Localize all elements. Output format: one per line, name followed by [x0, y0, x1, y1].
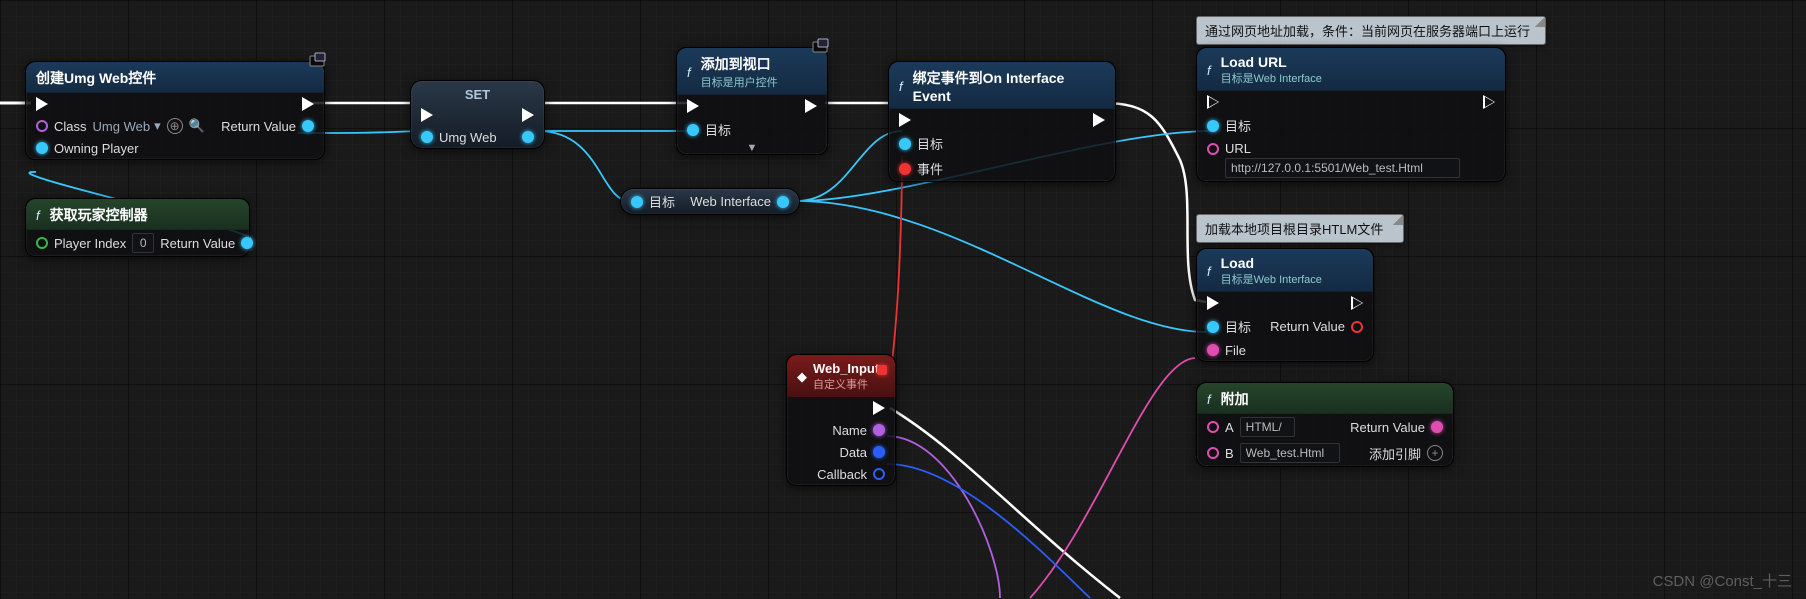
node-web-input-event[interactable]: ◆Web_Input自定义事件 Name Data Callback [786, 354, 896, 486]
event-icon: ◆ [797, 369, 807, 385]
target-in-pin[interactable] [631, 196, 643, 208]
file-pin[interactable] [1207, 344, 1219, 356]
exec-out-pin[interactable] [805, 99, 817, 113]
url-pin[interactable] [1207, 143, 1219, 155]
watermark: CSDN @Const_十三 [1653, 570, 1792, 591]
exec-out-pin[interactable] [522, 108, 534, 122]
exec-out-pin[interactable] [1351, 296, 1363, 310]
set-title: SET [411, 81, 544, 104]
expand-icon[interactable]: ▼ [677, 142, 827, 154]
url-input[interactable] [1225, 158, 1460, 178]
node-create-widget[interactable]: 创建Umg Web控件 Class Umg Web▾ ⊕ 🔍 Return Va… [25, 61, 325, 160]
function-icon: f [899, 79, 903, 94]
delegate-pin[interactable] [877, 365, 887, 375]
comment-loadurl[interactable]: 通过网页地址加载，条件：当前网页在服务器端口上运行 [1196, 16, 1546, 45]
exec-out-pin[interactable] [873, 401, 885, 415]
exec-out-pin[interactable] [1483, 95, 1495, 109]
player-index-pin[interactable] [36, 237, 48, 249]
function-icon: f [1207, 392, 1211, 407]
exec-in-pin[interactable] [1207, 296, 1219, 310]
class-picker-icon[interactable]: ⊕ [167, 118, 183, 134]
breakpoint-icon[interactable] [811, 38, 833, 56]
node-set[interactable]: SET Umg Web [410, 80, 545, 149]
return-pin[interactable] [1431, 421, 1443, 433]
node-web-interface[interactable]: 目标 Web Interface [620, 188, 800, 215]
player-index-input[interactable] [132, 233, 154, 253]
event-pin[interactable] [899, 163, 911, 175]
b-input[interactable] [1240, 443, 1340, 463]
target-pin[interactable] [1207, 120, 1219, 132]
search-icon[interactable]: 🔍 [189, 118, 205, 134]
return-pin[interactable] [241, 237, 253, 249]
exec-out-pin[interactable] [302, 97, 314, 111]
callback-pin[interactable] [873, 468, 885, 480]
exec-in-pin[interactable] [687, 99, 699, 113]
function-icon: f [687, 65, 691, 80]
node-load[interactable]: fLoad目标是Web Interface 目标 Return Value Fi… [1196, 248, 1374, 362]
exec-in-pin[interactable] [36, 97, 48, 111]
exec-in-pin[interactable] [899, 113, 911, 127]
class-dropdown[interactable]: Umg Web▾ [93, 118, 161, 134]
class-pin[interactable] [36, 120, 48, 132]
exec-out-pin[interactable] [1093, 113, 1105, 127]
comment-load[interactable]: 加载本地项目根目录HTLM文件 [1196, 214, 1404, 243]
target-pin[interactable] [899, 138, 911, 150]
function-icon: f [1207, 264, 1211, 279]
function-icon: f [36, 208, 40, 223]
function-icon: f [1207, 63, 1211, 78]
node-get-player-controller[interactable]: f获取玩家控制器 Player Index Return Value [25, 198, 250, 257]
node-add-to-viewport[interactable]: f添加到视口目标是用户控件 目标 ▼ [676, 47, 828, 155]
return-pin[interactable] [302, 120, 314, 132]
umgweb-in-pin[interactable] [421, 131, 433, 143]
node-bind-event[interactable]: f绑定事件到On Interface Event 目标 事件 [888, 61, 1116, 182]
node-append[interactable]: f附加 A Return Value B 添加引脚+ [1196, 382, 1454, 467]
target-pin[interactable] [1207, 321, 1219, 333]
data-pin[interactable] [873, 446, 885, 458]
node-load-url[interactable]: fLoad URL目标是Web Interface 目标 URL [1196, 47, 1506, 182]
breakpoint-icon[interactable] [308, 52, 330, 70]
node-title: 创建Umg Web控件 [36, 68, 156, 88]
umgweb-out-pin[interactable] [522, 131, 534, 143]
exec-in-pin[interactable] [421, 108, 433, 122]
add-pin-button[interactable]: + [1427, 445, 1443, 461]
iface-out-pin[interactable] [777, 196, 789, 208]
b-pin[interactable] [1207, 447, 1219, 459]
target-pin[interactable] [687, 124, 699, 136]
name-pin[interactable] [873, 424, 885, 436]
return-pin[interactable] [1351, 321, 1363, 333]
owning-player-pin[interactable] [36, 142, 48, 154]
a-input[interactable] [1240, 417, 1295, 437]
exec-in-pin[interactable] [1207, 95, 1219, 109]
a-pin[interactable] [1207, 421, 1219, 433]
